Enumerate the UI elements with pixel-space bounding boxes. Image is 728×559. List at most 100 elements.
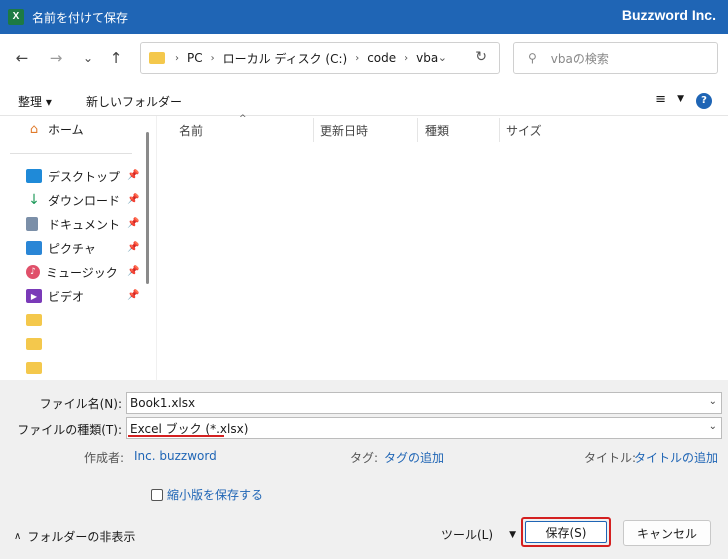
view-dropdown-icon[interactable]: ▼ bbox=[677, 94, 684, 104]
folder-icon bbox=[26, 338, 42, 350]
divider bbox=[10, 153, 132, 154]
document-icon bbox=[26, 217, 38, 231]
sidebar-item-label: ミュージック bbox=[46, 265, 118, 280]
sidebar-item-folder[interactable] bbox=[26, 310, 48, 330]
up-arrow-icon[interactable]: ↑ bbox=[104, 46, 128, 70]
save-button-label: 保存(S) bbox=[525, 521, 607, 543]
save-form: ファイル名(N): Book1.xlsx ⌄ ファイルの種類(T): Excel… bbox=[0, 380, 728, 510]
sidebar-item-folder[interactable] bbox=[26, 334, 48, 354]
column-header-modified[interactable]: 更新日時 bbox=[320, 122, 368, 139]
address-bar[interactable]: › PC › ローカル ディスク (C:) › code › vba ⌄ ↻ bbox=[140, 42, 500, 74]
chevron-up-icon: ∧ bbox=[14, 531, 22, 542]
organize-menu-button[interactable]: 整理 ▾ bbox=[18, 93, 52, 110]
folder-icon bbox=[26, 314, 42, 326]
refresh-icon[interactable]: ↻ bbox=[475, 49, 487, 65]
pin-icon[interactable]: 📌 bbox=[127, 170, 139, 181]
folder-icon bbox=[149, 52, 165, 64]
recent-locations-chevron-icon[interactable]: ⌄ bbox=[76, 46, 100, 70]
sidebar-item-label: ホーム bbox=[48, 122, 84, 137]
pin-icon[interactable]: 📌 bbox=[127, 218, 139, 229]
breadcrumb-code[interactable]: code bbox=[367, 51, 396, 65]
sidebar-item-label: ダウンロード bbox=[48, 193, 121, 208]
pin-icon[interactable]: 📌 bbox=[127, 194, 139, 205]
breadcrumb: › PC › ローカル ディスク (C:) › code › vba bbox=[175, 50, 438, 67]
author-label: 作成者: bbox=[84, 451, 125, 465]
tools-menu-button[interactable]: ツール(L) ▼ bbox=[441, 526, 516, 543]
sidebar-item-home[interactable]: ⌂ ホーム bbox=[26, 119, 84, 139]
video-icon: ▶ bbox=[26, 289, 42, 303]
save-thumbnail-checkbox[interactable]: 縮小版を保存する bbox=[151, 486, 263, 503]
checkbox-box[interactable] bbox=[151, 488, 163, 501]
sidebar-item-pictures[interactable]: ピクチャ bbox=[26, 238, 96, 258]
search-box[interactable]: ⚲ vbaの検索 bbox=[513, 42, 718, 74]
chevron-right-icon: › bbox=[175, 52, 179, 64]
sidebar-item-folder[interactable] bbox=[26, 358, 48, 378]
cancel-button[interactable]: キャンセル bbox=[623, 520, 711, 546]
hide-folders-label: フォルダーの非表示 bbox=[27, 530, 136, 544]
navigation-scrollbar[interactable] bbox=[146, 132, 149, 284]
title-bar: X 名前を付けて保存 Buzzword Inc. bbox=[0, 0, 728, 34]
column-separator[interactable] bbox=[499, 118, 500, 142]
navigation-bar: ← → ⌄ ↑ › PC › ローカル ディスク (C:) › code › v… bbox=[0, 34, 728, 82]
save-button[interactable]: 保存(S) bbox=[521, 517, 611, 547]
window-title: 名前を付けて保存 bbox=[32, 11, 129, 25]
filename-field[interactable]: Book1.xlsx ⌄ bbox=[126, 392, 722, 414]
sidebar-item-music[interactable]: ♪ ミュージック bbox=[26, 262, 118, 282]
address-dropdown-icon[interactable]: ⌄ bbox=[438, 51, 447, 64]
download-icon: ↓ bbox=[28, 192, 40, 208]
pin-icon[interactable]: 📌 bbox=[127, 290, 139, 301]
column-separator[interactable] bbox=[417, 118, 418, 142]
view-options-icon[interactable]: ≡ bbox=[655, 92, 666, 107]
folder-icon bbox=[26, 362, 42, 374]
tags-value[interactable]: タグの追加 bbox=[384, 449, 444, 466]
pin-icon[interactable]: 📌 bbox=[127, 266, 139, 277]
filename-value: Book1.xlsx bbox=[130, 396, 196, 410]
chevron-down-icon[interactable]: ⌄ bbox=[709, 396, 717, 407]
desktop-icon bbox=[26, 169, 42, 183]
sidebar-item-documents[interactable]: ドキュメント bbox=[26, 214, 120, 234]
breadcrumb-local-disk[interactable]: ローカル ディスク (C:) bbox=[223, 50, 348, 67]
save-thumbnail-label[interactable]: 縮小版を保存する bbox=[167, 486, 263, 503]
title-value[interactable]: タイトルの追加 bbox=[634, 449, 718, 466]
search-placeholder: vbaの検索 bbox=[550, 51, 609, 66]
filetype-label: ファイルの種類(T): bbox=[17, 423, 122, 437]
chevron-right-icon: › bbox=[355, 52, 360, 64]
forward-arrow-icon[interactable]: → bbox=[44, 46, 68, 70]
excel-icon: X bbox=[8, 9, 24, 25]
sidebar-item-videos[interactable]: ▶ ビデオ bbox=[26, 286, 84, 306]
column-header-type[interactable]: 種類 bbox=[425, 122, 449, 139]
home-icon: ⌂ bbox=[29, 121, 39, 137]
help-icon[interactable]: ? bbox=[696, 93, 712, 109]
sidebar-item-label: ピクチャ bbox=[48, 241, 96, 256]
sidebar-item-label: ドキュメント bbox=[48, 217, 121, 232]
pin-icon[interactable]: 📌 bbox=[127, 242, 139, 253]
breadcrumb-pc[interactable]: PC bbox=[187, 51, 203, 65]
breadcrumb-vba[interactable]: vba bbox=[416, 51, 438, 65]
hide-folders-button[interactable]: ∧ フォルダーの非表示 bbox=[14, 528, 135, 545]
column-header-size[interactable]: サイズ bbox=[506, 122, 542, 139]
new-folder-button[interactable]: 新しいフォルダー bbox=[86, 93, 182, 110]
tags-label: タグ: bbox=[350, 451, 379, 465]
command-bar: 整理 ▾ 新しいフォルダー ≡ ▼ ? bbox=[0, 86, 728, 116]
sidebar-item-downloads[interactable]: ↓ ダウンロード bbox=[26, 190, 120, 210]
music-icon: ♪ bbox=[26, 265, 40, 279]
navigation-pane: ⌂ ホーム デスクトップ 📌 ↓ ダウンロード 📌 ドキュメント 📌 ピクチャ … bbox=[0, 116, 154, 380]
chevron-right-icon: › bbox=[404, 52, 409, 64]
chevron-down-icon[interactable]: ⌄ bbox=[709, 421, 717, 432]
dialog-footer: ∧ フォルダーの非表示 ツール(L) ▼ 保存(S) キャンセル bbox=[0, 510, 728, 559]
picture-icon bbox=[26, 241, 42, 255]
author-value[interactable]: Inc. buzzword bbox=[134, 449, 217, 463]
highlight-underline bbox=[128, 435, 224, 437]
back-arrow-icon[interactable]: ← bbox=[10, 46, 34, 70]
filetype-value: Excel ブック (*.xlsx) bbox=[130, 421, 249, 436]
file-list: 名前 ^ 更新日時 種類 サイズ bbox=[156, 114, 728, 380]
search-icon: ⚲ bbox=[528, 51, 537, 65]
sidebar-item-desktop[interactable]: デスクトップ bbox=[26, 166, 120, 186]
sort-caret-icon: ^ bbox=[239, 114, 247, 124]
column-header-name[interactable]: 名前 bbox=[179, 122, 203, 139]
title-label: タイトル: bbox=[584, 451, 637, 465]
brand-label: Buzzword Inc. bbox=[621, 7, 716, 23]
triangle-down-icon: ▼ bbox=[509, 529, 516, 540]
column-separator[interactable] bbox=[313, 118, 314, 142]
sidebar-item-label: ビデオ bbox=[48, 289, 85, 304]
